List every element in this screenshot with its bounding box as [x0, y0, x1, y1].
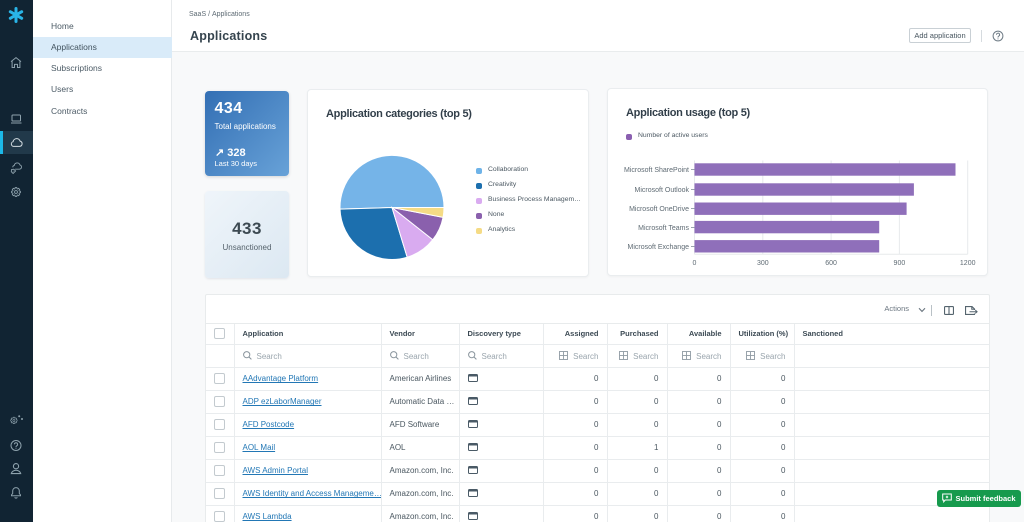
svg-text:900: 900	[894, 260, 906, 267]
svg-text:600: 600	[825, 260, 837, 267]
svg-text:Microsoft Exchange: Microsoft Exchange	[628, 244, 690, 251]
svg-text:1200: 1200	[960, 260, 976, 267]
svg-text:Microsoft Outlook: Microsoft Outlook	[635, 187, 690, 194]
svg-text:0: 0	[693, 260, 697, 267]
svg-text:300: 300	[757, 260, 769, 267]
svg-text:Microsoft OneDrive: Microsoft OneDrive	[629, 206, 689, 213]
svg-text:Microsoft Teams: Microsoft Teams	[638, 225, 689, 232]
svg-text:Microsoft SharePoint: Microsoft SharePoint	[624, 167, 689, 174]
